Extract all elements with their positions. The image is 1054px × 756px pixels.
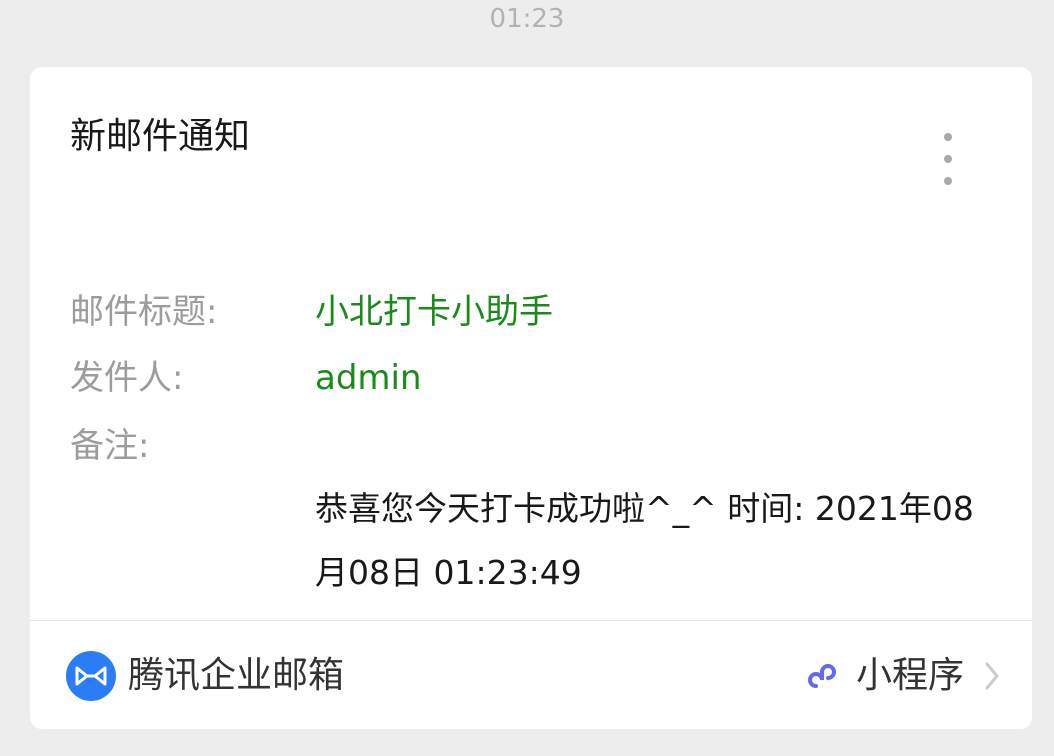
chevron-right-icon: [982, 658, 1002, 694]
more-options-button[interactable]: [934, 129, 962, 189]
remark-label: 备注:: [70, 426, 150, 466]
tencent-exmail-icon: [66, 651, 116, 701]
mail-notification-card[interactable]: 新邮件通知 邮件标题: 小北打卡小助手 发件人: admin 备注: 恭喜您今天…: [30, 67, 1032, 729]
source-app[interactable]: 腾讯企业邮箱: [66, 651, 344, 701]
mini-program-label: 小程序: [855, 655, 964, 696]
more-vertical-icon-dot: [944, 155, 952, 163]
message-timestamp: 01:23: [489, 4, 565, 34]
sender-value: admin: [315, 358, 422, 398]
sender-label: 发件人:: [70, 358, 184, 398]
remark-value: 恭喜您今天打卡成功啦^_^ 时间: 2021年08月08日 01:23:49: [315, 489, 974, 592]
subject-label: 邮件标题:: [70, 292, 218, 332]
mini-program-icon: [802, 656, 842, 696]
subject-value: 小北打卡小助手: [315, 292, 553, 332]
card-title: 新邮件通知: [70, 116, 251, 157]
mini-program-link[interactable]: 小程序: [802, 651, 1002, 701]
footer-divider: [30, 620, 1032, 621]
more-vertical-icon-dot: [944, 177, 952, 185]
more-vertical-icon: [944, 133, 952, 141]
source-app-name: 腾讯企业邮箱: [128, 655, 345, 696]
